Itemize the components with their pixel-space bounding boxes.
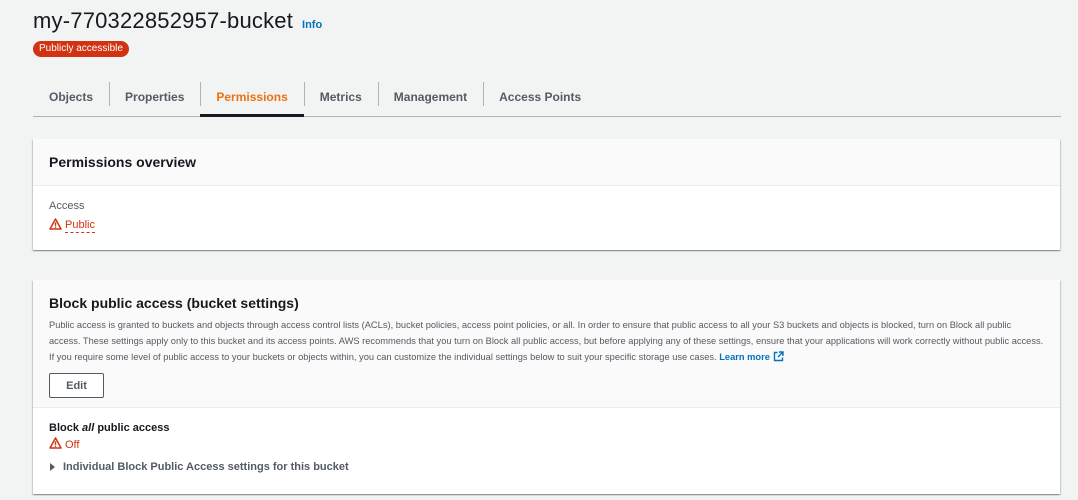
warning-icon xyxy=(49,437,65,452)
external-link-icon xyxy=(773,351,784,367)
warning-icon xyxy=(49,218,65,233)
panel-header: Block public access (bucket settings) Pu… xyxy=(33,280,1060,408)
tab-metrics[interactable]: Metrics xyxy=(303,78,378,115)
tab-permissions[interactable]: Permissions xyxy=(200,78,305,117)
page-title: my-770322852957-bucket xyxy=(33,8,294,33)
panel-title: Block public access (bucket settings) xyxy=(49,295,299,311)
description-text: Public access is granted to buckets and … xyxy=(49,320,1044,362)
learn-more-label: Learn more xyxy=(719,352,770,362)
tab-objects[interactable]: Objects xyxy=(33,78,109,115)
tab-properties[interactable]: Properties xyxy=(109,78,200,115)
panel-title: Permissions overview xyxy=(49,154,197,170)
access-value-row: Public xyxy=(49,218,1044,233)
learn-more-link[interactable]: Learn more xyxy=(719,351,784,362)
tab-label: Objects xyxy=(49,89,94,104)
tab-access-points[interactable]: Access Points xyxy=(483,78,597,115)
title-row: my-770322852957-bucket Info xyxy=(33,8,322,34)
access-label: Access xyxy=(49,200,85,212)
panel-description: Public access is granted to buckets and … xyxy=(49,317,1044,367)
edit-button[interactable]: Edit xyxy=(49,373,104,398)
block-label-emphasis: all xyxy=(82,422,95,434)
block-status-row: Off xyxy=(49,437,1044,452)
block-public-access-panel: Block public access (bucket settings) Pu… xyxy=(33,280,1060,494)
permissions-overview-panel: Permissions overview Access Public xyxy=(33,139,1060,250)
tab-label: Access Points xyxy=(499,89,582,104)
panel-header: Permissions overview xyxy=(33,139,1060,186)
tab-bar: Objects Properties Permissions Metrics M… xyxy=(33,78,1061,117)
expander-label: Individual Block Public Access settings … xyxy=(63,461,349,473)
caret-right-icon xyxy=(50,463,55,471)
panel-body: Block all public access Off Individual B… xyxy=(33,408,1060,473)
block-status: Off xyxy=(65,438,80,451)
tab-label: Permissions xyxy=(216,89,288,104)
status-badge: Publicly accessible xyxy=(33,41,129,57)
block-label-prefix: Block xyxy=(49,422,79,434)
tab-label: Metrics xyxy=(319,89,362,104)
block-all-label: Block all public access xyxy=(49,422,1044,434)
info-link[interactable]: Info xyxy=(302,19,322,31)
tab-management[interactable]: Management xyxy=(377,78,483,115)
tab-label: Properties xyxy=(125,89,185,104)
panel-body: Access Public xyxy=(33,186,1060,233)
tab-label: Management xyxy=(393,89,468,104)
block-label-suffix: public access xyxy=(97,422,170,434)
access-value[interactable]: Public xyxy=(65,219,95,233)
individual-settings-expander[interactable]: Individual Block Public Access settings … xyxy=(49,461,1044,473)
